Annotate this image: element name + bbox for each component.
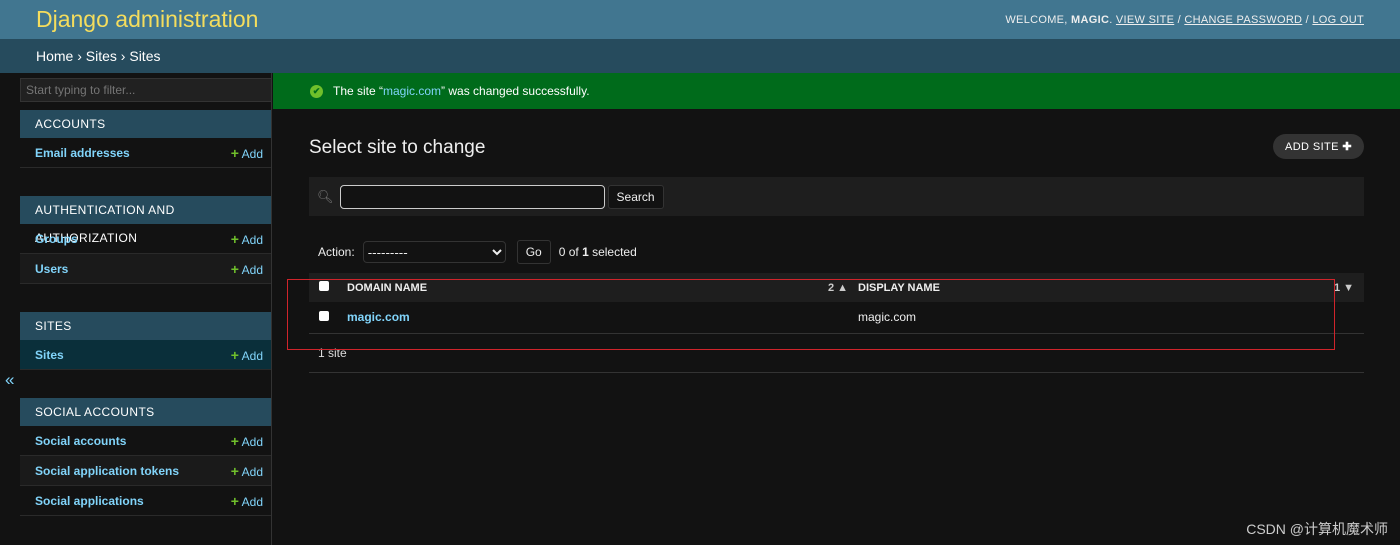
search-toolbar: 🔍︎ Search: [309, 177, 1364, 216]
model-link[interactable]: Groups: [35, 232, 78, 246]
go-button[interactable]: Go: [516, 240, 551, 264]
user-tools: Welcome, magic. View site / Change passw…: [1005, 13, 1364, 26]
main-content: ✔ The site “magic.com” was changed succe…: [273, 73, 1400, 373]
search-input[interactable]: [339, 184, 605, 209]
app-accounts: ACCOUNTS Email addresses + Add: [20, 110, 271, 168]
action-select[interactable]: ---------: [362, 241, 506, 263]
model-link[interactable]: Social application tokens: [35, 464, 179, 478]
add-model-link[interactable]: + Add: [231, 433, 263, 449]
selection-counter: 0 of 1 selected: [558, 245, 637, 259]
plus-icon: +: [230, 346, 239, 363]
header: Django administration Welcome, magic. Vi…: [0, 0, 1400, 39]
plus-icon: +: [230, 144, 239, 161]
plus-icon: +: [230, 260, 239, 277]
change-password-link[interactable]: Change password: [1184, 14, 1302, 26]
model-link[interactable]: Users: [35, 262, 68, 276]
divider: [309, 372, 1364, 373]
model-link[interactable]: Social accounts: [35, 434, 126, 448]
plus-icon: +: [230, 230, 239, 247]
app-caption[interactable]: SITES: [20, 312, 271, 340]
highlight-box: [287, 279, 1335, 350]
logout-link[interactable]: Log out: [1312, 14, 1364, 26]
model-link[interactable]: Social applications: [35, 494, 144, 508]
sidebar: ACCOUNTSEmail addresses+ AddAUTHENTICATI…: [20, 73, 272, 545]
app-authentication-and-authorization: AUTHENTICATION AND AUTHORIZATION Groups + …: [20, 196, 271, 284]
app-sites: SITES Sites + Add: [20, 312, 271, 370]
add-model-link[interactable]: + Add: [231, 145, 263, 161]
add-model-link[interactable]: + Add: [231, 347, 263, 363]
search-icon: 🔍︎: [317, 188, 334, 204]
search-button[interactable]: Search: [607, 184, 664, 209]
sidebar-item-sites: Sites + Add: [20, 340, 271, 370]
add-model-link[interactable]: + Add: [231, 493, 263, 509]
message-site-link[interactable]: magic.com: [383, 84, 441, 98]
plus-icon: +: [230, 492, 239, 509]
add-site-button[interactable]: ADD SITE ✚: [1272, 134, 1364, 159]
collapse-sidebar-toggle[interactable]: «: [5, 370, 14, 390]
sidebar-item-social-accounts: Social accounts + Add: [20, 426, 271, 456]
sidebar-item-social-applications: Social applications + Add: [20, 486, 271, 516]
view-site-link[interactable]: View site: [1116, 14, 1174, 26]
username: magic: [1071, 13, 1110, 26]
nav-filter-input[interactable]: [20, 78, 272, 102]
watermark: CSDN @计算机魔术师: [1246, 521, 1388, 537]
app-social-accounts: SOCIAL ACCOUNTS Social accounts + Add Socia…: [20, 398, 271, 516]
page-title: Select site to change: [309, 137, 486, 158]
actions-bar: Action: --------- Go 0 of 1 selected: [318, 240, 637, 264]
sidebar-item-email-addresses: Email addresses + Add: [20, 138, 271, 168]
plus-icon: +: [230, 432, 239, 449]
app-caption[interactable]: SOCIAL ACCOUNTS: [20, 398, 271, 426]
plus-icon: +: [230, 462, 239, 479]
model-link[interactable]: Sites: [35, 348, 64, 362]
model-link[interactable]: Email addresses: [35, 146, 130, 160]
sidebar-item-social-application-tokens: Social application tokens + Add: [20, 456, 271, 486]
breadcrumb[interactable]: Home › Sites › Sites: [0, 39, 1400, 73]
plus-icon: ✚: [1342, 141, 1352, 153]
check-circle-icon: ✔: [310, 84, 323, 98]
site-brand[interactable]: Django administration: [36, 6, 258, 33]
app-caption[interactable]: AUTHENTICATION AND AUTHORIZATION: [20, 196, 271, 245]
add-model-link[interactable]: + Add: [231, 261, 263, 277]
sidebar-item-users: Users + Add: [20, 254, 271, 284]
add-model-link[interactable]: + Add: [231, 231, 263, 247]
sort-indicator[interactable]: 1 ▼: [1334, 282, 1354, 294]
app-caption[interactable]: ACCOUNTS: [20, 110, 271, 138]
success-message: ✔ The site “magic.com” was changed succe…: [273, 73, 1400, 109]
add-model-link[interactable]: + Add: [231, 463, 263, 479]
